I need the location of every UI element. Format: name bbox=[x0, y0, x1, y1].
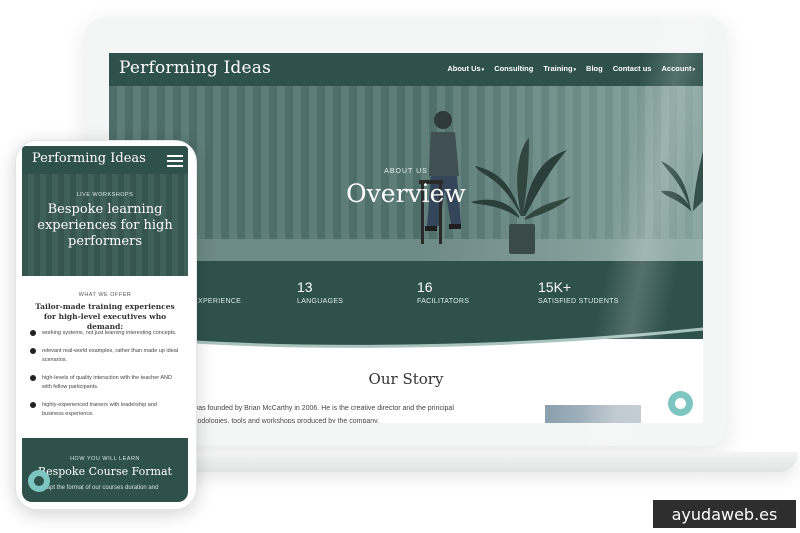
stat-number: 15K+ bbox=[538, 279, 572, 295]
nav-label: Account bbox=[661, 64, 692, 73]
nav-label: Blog bbox=[586, 64, 603, 73]
story-image bbox=[545, 405, 641, 423]
hero-banner: ABOUT US Overview bbox=[109, 86, 703, 261]
nav-label: About Us bbox=[447, 64, 481, 73]
phone-screen: Performing Ideas LIVE WORKSHOPS Bespoke … bbox=[22, 146, 188, 502]
nav-menu: About Us▾ Consulting Training▾ Blog Cont… bbox=[447, 64, 695, 73]
list-item: relevant real-world examples, rather tha… bbox=[30, 347, 180, 365]
list-item-text: high-levels of quality interaction with … bbox=[42, 375, 172, 390]
chevron-down-icon: ▾ bbox=[692, 67, 695, 73]
site-logo[interactable]: Performing Ideas bbox=[119, 58, 271, 78]
chevron-down-icon: ▾ bbox=[481, 67, 485, 73]
learn-eyebrow: HOW YOU WILL LEARN bbox=[70, 456, 140, 462]
nav-item-training[interactable]: Training▾ bbox=[543, 64, 576, 73]
list-item: high-levels of quality interaction with … bbox=[30, 374, 180, 392]
laptop-screen: ABOUT US Overview Performing Ideas About… bbox=[109, 53, 703, 423]
learn-text: adapt the format of our courses duration… bbox=[40, 485, 159, 491]
chat-icon-glyph bbox=[675, 398, 686, 409]
hero-title: Overview bbox=[346, 179, 466, 208]
stat-satisfied-students: 15K+ SATISFIED STUDENTS bbox=[538, 279, 619, 305]
list-item-text: working systems, not just learning inter… bbox=[42, 330, 177, 336]
nav-item-about-us[interactable]: About Us▾ bbox=[447, 64, 484, 73]
check-bullet-icon bbox=[30, 375, 36, 381]
stat-languages: 13 LANGUAGES bbox=[297, 279, 343, 305]
chat-icon[interactable] bbox=[668, 391, 693, 416]
offer-eyebrow: WHAT WE OFFER bbox=[78, 292, 132, 298]
nav-item-blog[interactable]: Blog bbox=[586, 64, 603, 73]
stat-label: LANGUAGES bbox=[297, 298, 344, 305]
wave-divider bbox=[109, 321, 703, 348]
phone-hero-eyebrow: LIVE WORKSHOPS bbox=[76, 192, 134, 198]
section-title: Our Story bbox=[368, 370, 444, 388]
hamburger-menu-icon[interactable] bbox=[167, 155, 183, 167]
nav-label: Training bbox=[543, 64, 573, 73]
nav-label: Consulting bbox=[494, 64, 534, 73]
stat-label: FACILITATORS bbox=[417, 298, 470, 305]
stat-label: SATISFIED STUDENTS bbox=[538, 298, 619, 305]
nav-item-consulting[interactable]: Consulting bbox=[494, 64, 533, 73]
story-line: ming Ideas was founded by Brian McCarthy… bbox=[157, 405, 454, 412]
stat-label: EXPERIENCE bbox=[193, 298, 242, 305]
stat-experience: EXPERIENCE bbox=[193, 279, 241, 305]
list-item-text: relevant real-world examples, rather tha… bbox=[42, 348, 179, 363]
offer-heading: Tailor-made training experiences for hig… bbox=[35, 302, 175, 331]
phone-hero-title: Bespoke learning experiences for high pe… bbox=[37, 202, 173, 249]
check-bullet-icon bbox=[30, 348, 36, 354]
nav-item-account[interactable]: Account▾ bbox=[661, 64, 695, 73]
list-item: highly-experienced trainers with leaders… bbox=[30, 401, 180, 419]
stat-facilitators: 16 FACILITATORS bbox=[417, 279, 469, 305]
hero-eyebrow: ABOUT US bbox=[384, 168, 428, 175]
list-item: working systems, not just learning inter… bbox=[30, 329, 180, 338]
stat-number: 13 bbox=[297, 279, 313, 295]
chat-icon-glyph bbox=[34, 476, 44, 486]
laptop-base bbox=[128, 452, 798, 472]
phone-header-bar: Performing Ideas bbox=[22, 146, 188, 174]
stat-number bbox=[193, 279, 241, 295]
story-line: er of all methodologies, tools and works… bbox=[157, 418, 380, 423]
chevron-down-icon: ▾ bbox=[573, 67, 577, 73]
top-navigation: Performing Ideas About Us▾ Consulting Tr… bbox=[109, 53, 703, 86]
phone-logo[interactable]: Performing Ideas bbox=[32, 151, 146, 166]
nav-label: Contact us bbox=[612, 64, 652, 73]
check-bullet-icon bbox=[30, 402, 36, 408]
stat-number: 16 bbox=[417, 279, 433, 295]
nav-item-contact-us[interactable]: Contact us bbox=[613, 64, 652, 73]
story-paragraph: ming Ideas was founded by Brian McCarthy… bbox=[157, 402, 557, 423]
offer-list: working systems, not just learning inter… bbox=[30, 329, 180, 428]
chat-icon[interactable] bbox=[28, 470, 50, 492]
list-item-text: highly-experienced trainers with leaders… bbox=[42, 402, 157, 417]
watermark: ayudaweb.es bbox=[653, 500, 796, 528]
check-bullet-icon bbox=[30, 330, 36, 336]
